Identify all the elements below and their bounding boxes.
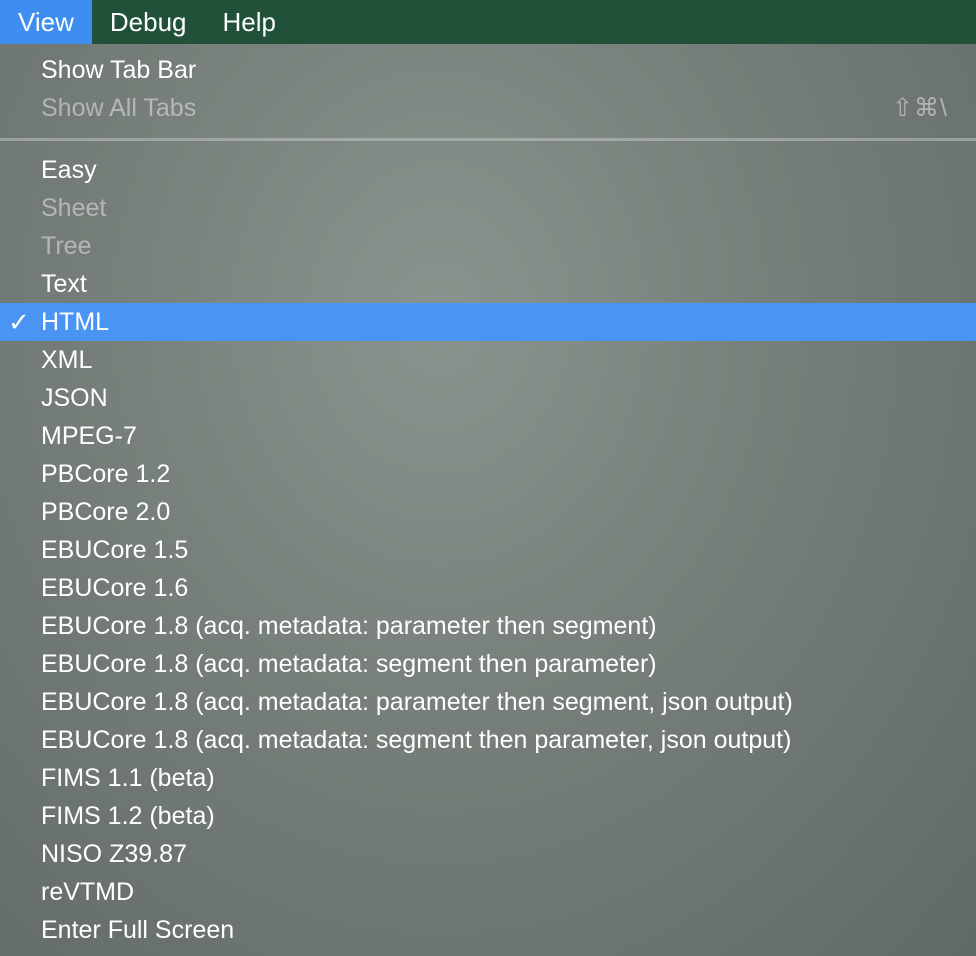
menu-item-easy[interactable]: Easy	[0, 151, 976, 189]
menu-item-label: XML	[41, 346, 93, 374]
menu-item-label: PBCore 1.2	[41, 460, 171, 488]
menu-item-show-all-tabs: Show All Tabs ⇧⌘\	[0, 89, 976, 127]
menu-item-niso-z39-87[interactable]: NISO Z39.87	[0, 835, 976, 873]
menu-bar: View Debug Help	[0, 0, 976, 44]
menu-item-text[interactable]: Text	[0, 265, 976, 303]
menu-item-ebucore-1-8-param-seg[interactable]: EBUCore 1.8 (acq. metadata: parameter th…	[0, 607, 976, 645]
menu-item-enter-full-screen[interactable]: Enter Full Screen	[0, 911, 976, 949]
view-menu-dropdown: Show Tab Bar Show All Tabs ⇧⌘\ Easy Shee…	[0, 44, 976, 956]
menu-item-label: Enter Full Screen	[41, 916, 235, 944]
menu-item-html[interactable]: ✓ HTML	[0, 303, 976, 341]
menubar-debug[interactable]: Debug	[92, 0, 205, 44]
menu-item-label: EBUCore 1.5	[41, 536, 189, 564]
menu-item-label: HTML	[41, 308, 110, 336]
menu-item-label: EBUCore 1.6	[41, 574, 189, 602]
menu-item-label: reVTMD	[41, 878, 135, 906]
menu-item-pbcore-2-0[interactable]: PBCore 2.0	[0, 493, 976, 531]
menu-item-ebucore-1-8-param-seg-json[interactable]: EBUCore 1.8 (acq. metadata: parameter th…	[0, 683, 976, 721]
menu-item-fims-1-1[interactable]: FIMS 1.1 (beta)	[0, 759, 976, 797]
menu-item-ebucore-1-8-seg-param[interactable]: EBUCore 1.8 (acq. metadata: segment then…	[0, 645, 976, 683]
keyboard-shortcut: ⇧⌘\	[892, 94, 948, 122]
menu-item-label: PBCore 2.0	[41, 498, 171, 526]
menu-item-label: MPEG-7	[41, 422, 137, 450]
menu-item-sheet: Sheet	[0, 189, 976, 227]
menu-item-tree: Tree	[0, 227, 976, 265]
menu-item-label: Show All Tabs	[41, 94, 197, 122]
menu-item-label: Sheet	[41, 194, 107, 222]
menu-item-label: Text	[41, 270, 87, 298]
menu-item-ebucore-1-6[interactable]: EBUCore 1.6	[0, 569, 976, 607]
menu-item-json[interactable]: JSON	[0, 379, 976, 417]
menu-item-label: EBUCore 1.8 (acq. metadata: segment then…	[41, 726, 792, 754]
menu-item-ebucore-1-5[interactable]: EBUCore 1.5	[0, 531, 976, 569]
menu-item-label: FIMS 1.1 (beta)	[41, 764, 215, 792]
menu-item-label: Easy	[41, 156, 97, 184]
menu-item-mpeg7[interactable]: MPEG-7	[0, 417, 976, 455]
menubar-view[interactable]: View	[0, 0, 92, 44]
menu-item-ebucore-1-8-seg-param-json[interactable]: EBUCore 1.8 (acq. metadata: segment then…	[0, 721, 976, 759]
menu-item-label: Show Tab Bar	[41, 56, 197, 84]
menu-item-label: NISO Z39.87	[41, 840, 187, 868]
menu-item-pbcore-1-2[interactable]: PBCore 1.2	[0, 455, 976, 493]
menu-item-show-tab-bar[interactable]: Show Tab Bar	[0, 51, 976, 89]
menu-item-fims-1-2[interactable]: FIMS 1.2 (beta)	[0, 797, 976, 835]
menu-item-label: EBUCore 1.8 (acq. metadata: parameter th…	[41, 688, 793, 716]
menu-item-revtmd[interactable]: reVTMD	[0, 873, 976, 911]
menu-item-label: EBUCore 1.8 (acq. metadata: parameter th…	[41, 612, 657, 640]
menu-item-label: EBUCore 1.8 (acq. metadata: segment then…	[41, 650, 657, 678]
menu-item-label: Tree	[41, 232, 92, 260]
menubar-help[interactable]: Help	[205, 0, 294, 44]
checkmark-icon: ✓	[8, 307, 30, 337]
menu-item-xml[interactable]: XML	[0, 341, 976, 379]
menu-item-label: JSON	[41, 384, 108, 412]
menu-item-label: FIMS 1.2 (beta)	[41, 802, 215, 830]
menu-separator	[0, 138, 976, 141]
